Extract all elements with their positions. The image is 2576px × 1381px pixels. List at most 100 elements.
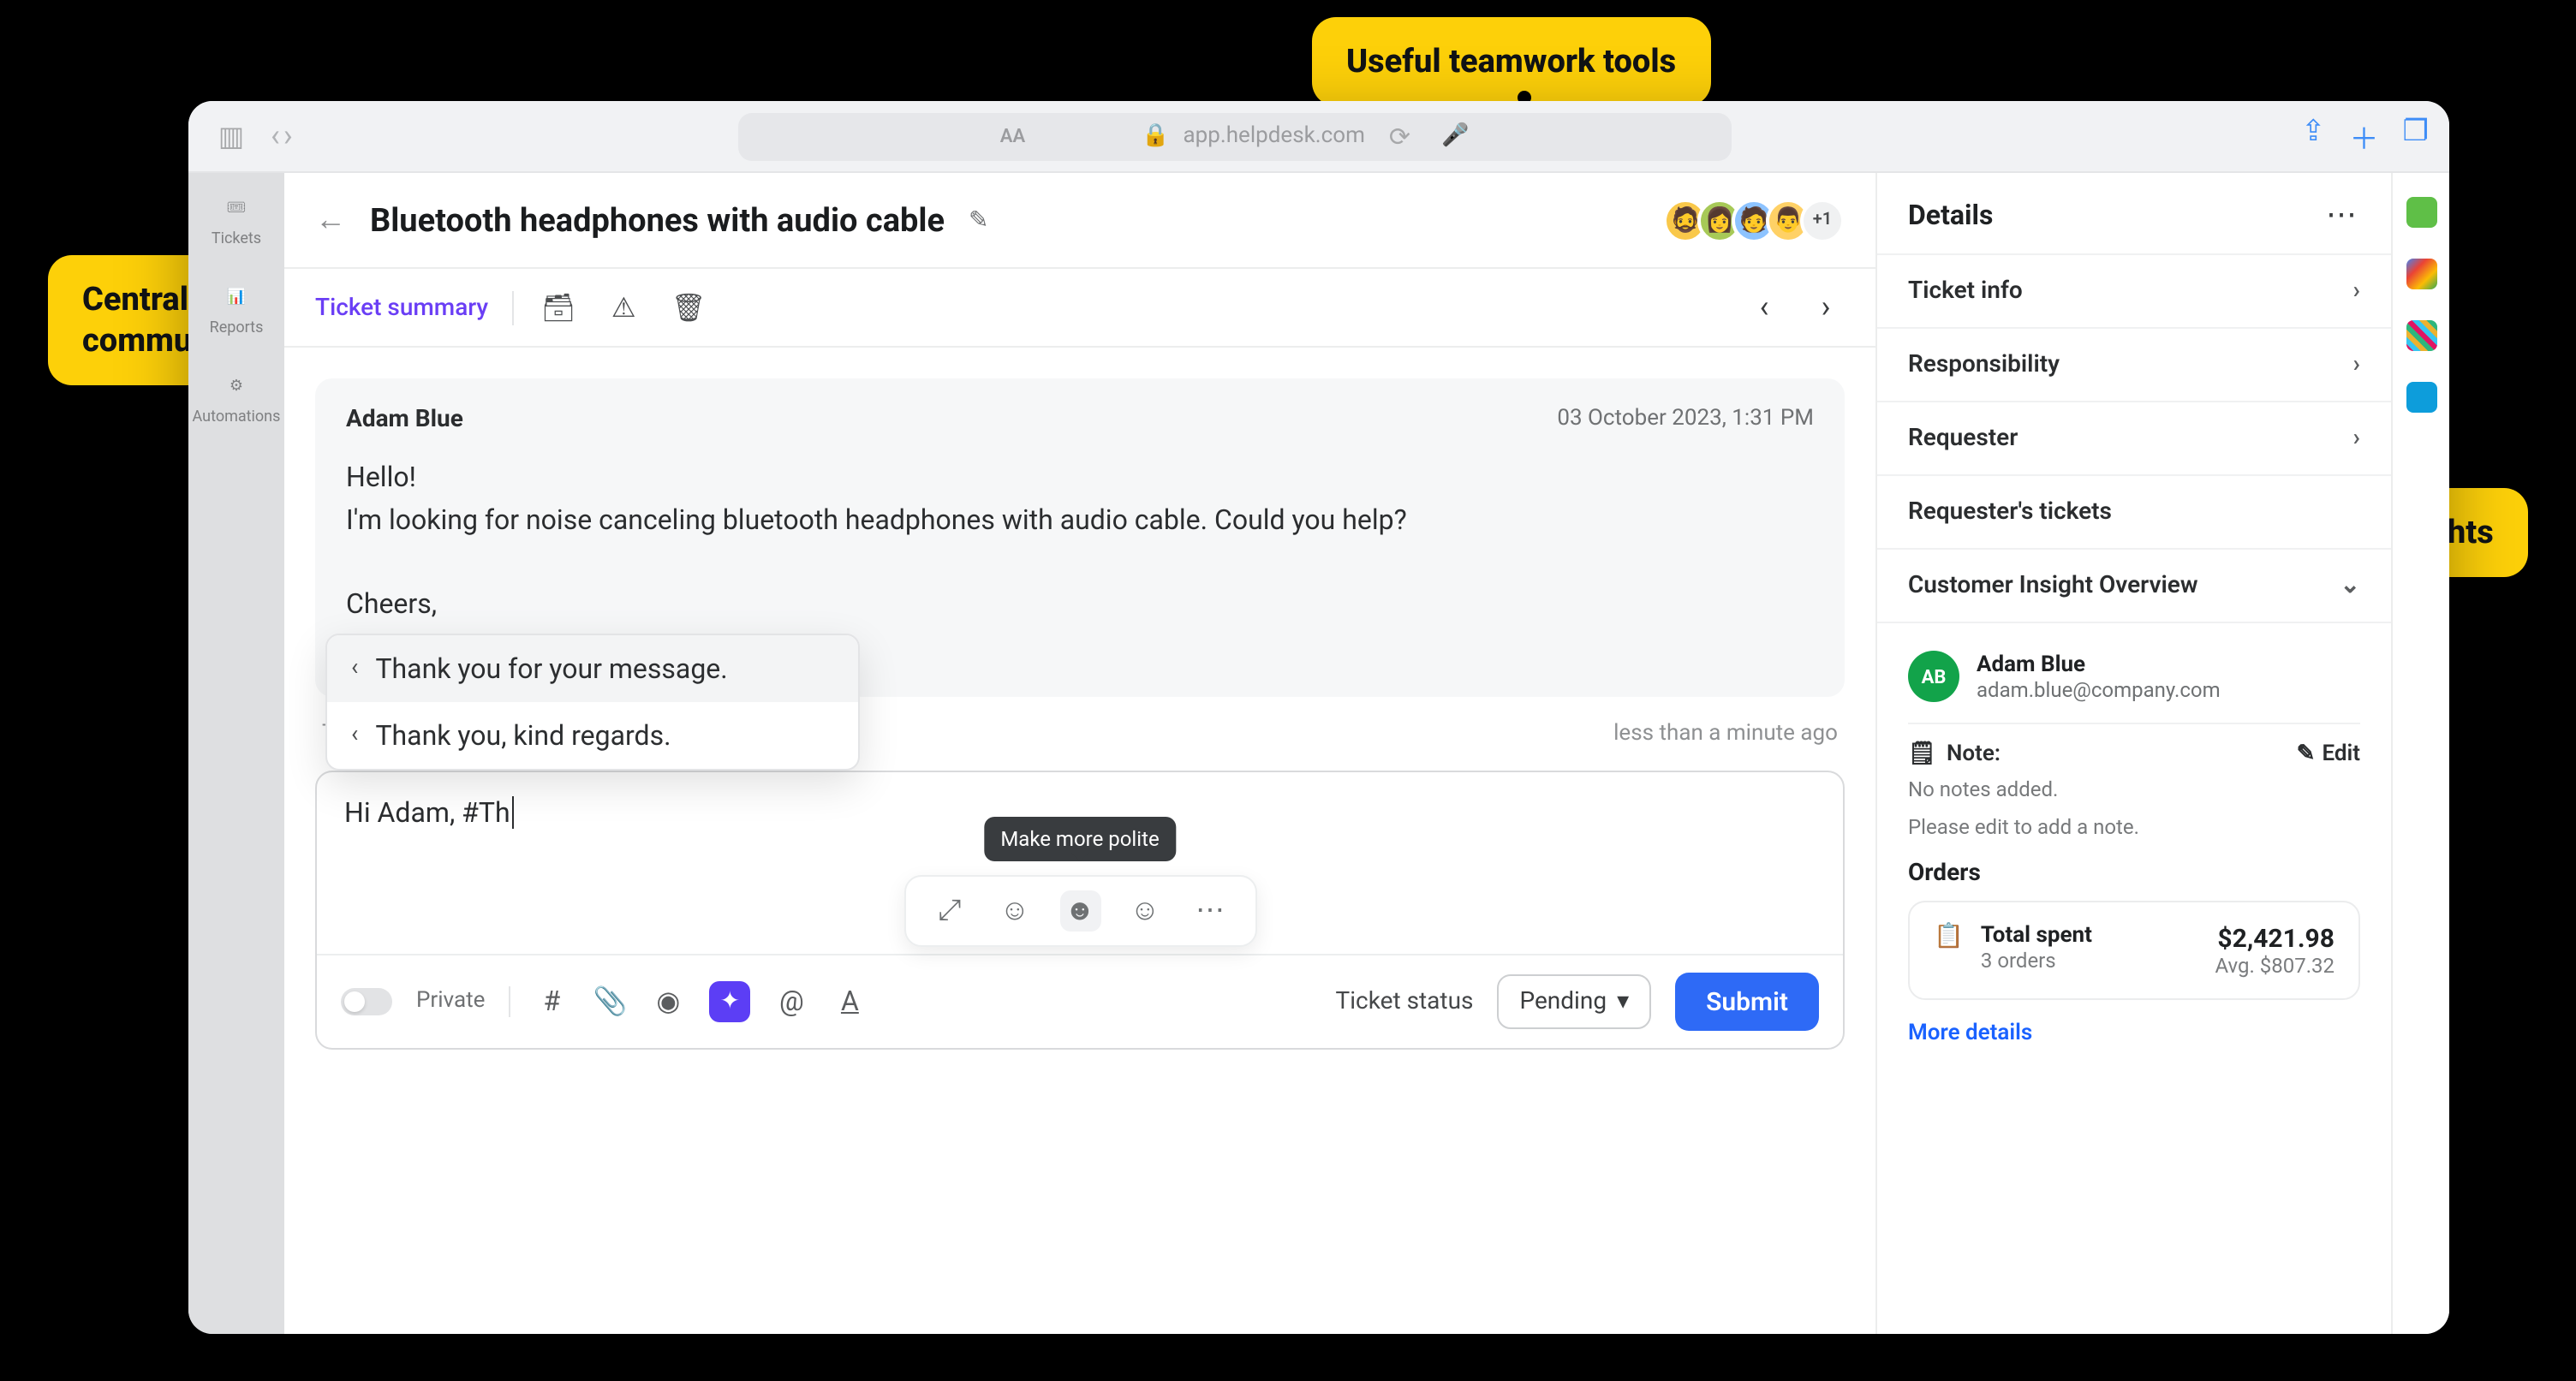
details-requester-tickets[interactable]: Requester's tickets <box>1877 474 2391 548</box>
chevron-right-icon: › <box>2353 425 2360 452</box>
details-panel: Details ⋯ Ticket info › Responsibility ›… <box>1877 173 2391 1334</box>
archive-icon[interactable]: 🗃 <box>538 291 579 324</box>
sidebar-item-reports[interactable]: 📊 Reports <box>210 283 264 337</box>
details-row-label: Requester's tickets <box>1908 498 2112 526</box>
note-line1: No notes added. <box>1908 767 2360 805</box>
sidebar-item-label: Automations <box>193 409 281 426</box>
details-requester[interactable]: Requester › <box>1877 401 2391 474</box>
address-bar[interactable]: AA 🔒 app.helpdesk.com ⟳ 🎤 <box>738 112 1732 160</box>
note-icon: 🗒 <box>1908 741 1936 767</box>
customer-initials: AB <box>1908 651 1959 702</box>
tone-friendly-icon[interactable]: ☺ <box>1124 890 1166 932</box>
tone-popover: Make more polite ⤢ ☺ ☻ ☺ ⋯ <box>903 875 1256 947</box>
total-spent-label: Total spent <box>1981 923 2092 949</box>
customer-header: AB Adam Blue adam.blue@company.com <box>1908 640 2360 723</box>
avatar-more[interactable]: +1 <box>1800 198 1845 242</box>
suggestion-popup: ‹ Thank you for your message. ‹ Thank yo… <box>325 634 860 771</box>
integrations-rail <box>2391 173 2449 1334</box>
reply-age: less than a minute ago <box>1613 721 1838 747</box>
divider <box>509 986 510 1017</box>
tickets-icon: 🎟 <box>218 193 255 224</box>
reload-icon[interactable]: ⟳ <box>1389 121 1410 152</box>
details-row-label: Requester <box>1908 425 2018 452</box>
suggestion-item[interactable]: ‹ Thank you, kind regards. <box>327 702 858 769</box>
chevron-left-icon: ‹ <box>351 722 358 749</box>
expand-icon[interactable]: ⤢ <box>929 890 970 932</box>
integration-google-icon[interactable] <box>2406 259 2436 289</box>
orders-header: Orders <box>1908 842 2360 901</box>
tone-more-icon[interactable]: ⋯ <box>1190 890 1231 932</box>
integration-shopify-icon[interactable] <box>2406 197 2436 228</box>
pencil-icon: ✎ <box>2297 741 2316 767</box>
status-select[interactable]: Pending ▾ <box>1497 974 1651 1029</box>
mic-icon[interactable]: 🎤 <box>1441 123 1469 149</box>
note-row: 🗒 Note: ✎Edit <box>1908 723 2360 767</box>
nav-forward-icon[interactable]: › <box>283 118 293 154</box>
record-icon[interactable]: ◉ <box>651 985 685 1018</box>
tone-polite-icon[interactable]: ☻ <box>1059 890 1100 932</box>
status-label: Ticket status <box>1336 988 1474 1015</box>
attach-icon[interactable]: 📎 <box>593 985 627 1018</box>
details-responsibility[interactable]: Responsibility › <box>1877 327 2391 401</box>
reports-icon: 📊 <box>218 283 255 313</box>
spam-icon[interactable]: ⚠ <box>603 291 644 324</box>
reply-composer: Hi Adam, #Th Make more polite ⤢ ☺ ☻ ☺ <box>315 771 1845 1050</box>
ticket-toolbar: Ticket summary 🗃 ⚠ 🗑 ‹ › <box>284 269 1875 348</box>
hash-icon[interactable]: # <box>534 985 569 1018</box>
ticket-summary-link[interactable]: Ticket summary <box>315 294 488 321</box>
prev-ticket-icon[interactable]: ‹ <box>1745 289 1783 325</box>
message-timestamp: 03 October 2023, 1:31 PM <box>1557 406 1814 433</box>
suggestion-text: Thank you for your message. <box>375 652 727 685</box>
reader-aa-icon[interactable]: AA <box>1000 125 1025 147</box>
divider <box>512 290 514 324</box>
customer-name: Adam Blue <box>1977 652 2221 677</box>
new-tab-icon[interactable]: ＋ <box>2350 115 2379 158</box>
edit-label: Edit <box>2322 741 2360 767</box>
share-icon[interactable]: ⇪ <box>2301 115 2326 158</box>
details-ticket-info[interactable]: Ticket info › <box>1877 253 2391 327</box>
suggestion-text: Thank you, kind regards. <box>375 719 671 752</box>
thread: Adam Blue 03 October 2023, 1:31 PM Hello… <box>284 348 1875 1334</box>
edit-note-button[interactable]: ✎Edit <box>2297 741 2360 767</box>
chevron-left-icon: ‹ <box>351 655 358 682</box>
integration-salesforce-icon[interactable] <box>2406 382 2436 413</box>
note-line2: Please edit to add a note. <box>1908 805 2360 842</box>
sidebar-item-label: Reports <box>210 320 264 337</box>
private-label: Private <box>416 989 485 1015</box>
nav-back-icon[interactable]: ‹ <box>271 118 280 154</box>
ticket-title: Bluetooth headphones with audio cable <box>370 200 945 240</box>
lock-icon: 🔒 <box>1142 123 1169 149</box>
details-more-icon[interactable]: ⋯ <box>2326 197 2360 233</box>
text-style-icon[interactable]: A <box>832 985 867 1018</box>
customer-email: adam.blue@company.com <box>1977 677 2221 701</box>
app-sidebar: 🎟 Tickets 📊 Reports ⚙ Automations <box>188 173 284 1334</box>
submit-button[interactable]: Submit <box>1675 973 1819 1031</box>
sidebar-item-automations[interactable]: ⚙ Automations <box>193 372 281 426</box>
tone-neutral-icon[interactable]: ☺ <box>994 890 1035 932</box>
mention-icon[interactable]: @ <box>774 985 808 1018</box>
sidebar-item-tickets[interactable]: 🎟 Tickets <box>212 193 261 248</box>
back-icon[interactable]: ← <box>315 202 346 238</box>
private-toggle[interactable] <box>341 988 392 1015</box>
chevron-right-icon: › <box>2353 277 2360 305</box>
note-label: Note: <box>1947 741 2001 767</box>
ai-magic-icon[interactable]: ✦ <box>709 981 750 1022</box>
more-details-link[interactable]: More details <box>1908 1000 2032 1053</box>
sidebar-item-label: Tickets <box>212 231 261 248</box>
trash-icon[interactable]: 🗑 <box>668 291 709 324</box>
tone-tooltip: Make more polite <box>983 817 1176 861</box>
total-spent-value: $2,421.98 <box>2215 923 2334 954</box>
collaborator-avatars[interactable]: 🧔 👩 🧑 👨 +1 <box>1663 198 1845 242</box>
edit-title-icon[interactable]: ✎ <box>969 206 988 234</box>
integration-slack-icon[interactable] <box>2406 320 2436 351</box>
next-ticket-icon[interactable]: › <box>1807 289 1845 325</box>
callout-teamwork: Useful teamwork tools <box>1312 17 1710 106</box>
reply-text: Hi Adam, #Th <box>344 796 514 829</box>
orders-avg: Avg. $807.32 <box>2215 954 2334 978</box>
sidebar-toggle-icon[interactable]: ▥ <box>209 114 253 158</box>
details-title: Details <box>1908 199 1993 231</box>
tabs-icon[interactable]: ❐ <box>2403 115 2430 158</box>
details-insight-header[interactable]: Customer Insight Overview ⌄ <box>1877 548 2391 622</box>
orders-count: 3 orders <box>1981 949 2092 973</box>
suggestion-item[interactable]: ‹ Thank you for your message. <box>327 635 858 702</box>
